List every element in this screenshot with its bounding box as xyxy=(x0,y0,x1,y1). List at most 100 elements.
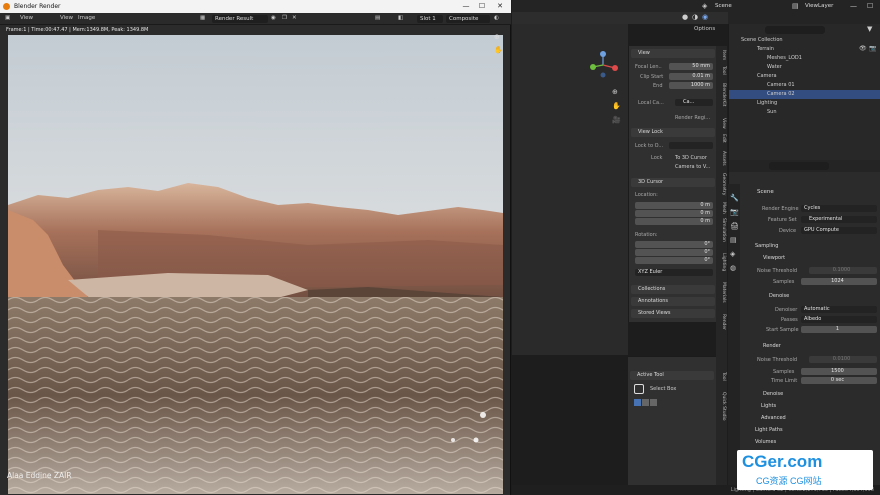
volumes-header[interactable]: Volumes xyxy=(755,439,776,445)
zoom-viewport-icon[interactable]: ⊕ xyxy=(612,88,618,96)
view-panel-header[interactable]: View xyxy=(631,49,715,58)
sidebar-tab-item[interactable]: Item xyxy=(717,50,726,60)
outliner-camera-02[interactable]: Camera 02 xyxy=(729,90,880,99)
r-denoise-checkbox[interactable]: Denoise xyxy=(763,391,783,397)
outliner-water[interactable]: Water xyxy=(729,63,880,72)
outliner-lighting[interactable]: Lighting xyxy=(729,99,880,108)
view-lock-header[interactable]: View Lock xyxy=(631,128,715,137)
start-sample-field[interactable]: 1 xyxy=(801,326,877,333)
shading-material-icon[interactable]: ◑ xyxy=(692,13,698,21)
tab-quick-studio[interactable]: Quick Studio xyxy=(717,392,726,421)
render-engine-dropdown[interactable]: Cycles xyxy=(801,205,877,212)
passes-dropdown[interactable]: Albedo xyxy=(801,316,877,323)
sidebar-tab-blenderkit[interactable]: BlenderKit xyxy=(717,83,726,106)
maximize-icon[interactable]: ☐ xyxy=(474,0,490,13)
time-limit-field[interactable]: 0 sec xyxy=(801,377,877,384)
slot-dropdown[interactable]: Slot 1 xyxy=(417,15,443,23)
outliner-search-input[interactable] xyxy=(765,26,825,34)
image-name-field[interactable]: Render Result xyxy=(212,15,268,23)
annotations-header[interactable]: Annotations xyxy=(631,297,715,306)
lights-subpanel[interactable]: Lights xyxy=(761,403,776,409)
cursor-rotation-z[interactable]: 0° xyxy=(635,257,713,264)
render-region-checkbox[interactable]: Render Regi... xyxy=(675,115,710,121)
display-mode-icon[interactable]: ▤ xyxy=(375,15,380,21)
scene-icon[interactable]: ◈ xyxy=(702,2,707,10)
outliner-sun[interactable]: Sun xyxy=(729,108,880,117)
window-minimize-icon[interactable]: — xyxy=(850,2,857,10)
clip-start-field[interactable]: 0.01 m xyxy=(669,73,713,80)
device-dropdown[interactable]: GPU Compute xyxy=(801,227,877,234)
outliner-scene-collection[interactable]: Scene Collection xyxy=(729,36,880,45)
hand-icon[interactable]: ✋ xyxy=(494,46,503,54)
viewport-subheader[interactable]: Viewport xyxy=(763,255,785,261)
outliner-terrain[interactable]: Terrain xyxy=(729,45,880,54)
zoom-icon[interactable]: ⊕ xyxy=(494,33,500,41)
menu-view[interactable]: View xyxy=(20,15,33,21)
r-samples-field[interactable]: 1500 xyxy=(801,368,877,375)
camera-view-icon[interactable]: 🎥 xyxy=(612,116,621,124)
r-noise-threshold-field[interactable]: 0.0100 xyxy=(809,356,877,363)
menu-view-2[interactable]: View xyxy=(60,15,73,21)
vp-samples-field[interactable]: 1024 xyxy=(801,278,877,285)
sidebar-tab-assets[interactable]: Assets xyxy=(717,151,726,166)
render-tab-icon[interactable]: 📷 xyxy=(730,208,739,216)
tool-tab-icon[interactable]: 🔧 xyxy=(730,194,739,202)
advanced-subpanel[interactable]: Advanced xyxy=(761,415,786,421)
rotation-mode-dropdown[interactable]: XYZ Euler xyxy=(635,269,713,276)
sidebar-tab-materials[interactable]: Materials xyxy=(717,282,726,303)
clip-end-field[interactable]: 1000 m xyxy=(669,82,713,89)
scene-selector[interactable]: Scene xyxy=(715,3,732,9)
3d-viewport[interactable]: ⊕ ✋ 🎥 xyxy=(512,24,628,355)
scene-tab-icon[interactable]: ◈ xyxy=(730,250,735,258)
lock-to-3d-cursor-checkbox[interactable]: To 3D Cursor xyxy=(675,155,707,161)
minimize-icon[interactable]: — xyxy=(458,0,474,13)
channels-icon[interactable]: ◐ xyxy=(494,15,499,21)
render-subheader[interactable]: Render xyxy=(763,343,781,349)
close-icon[interactable]: ✕ xyxy=(492,0,508,13)
shading-rendered-icon[interactable]: ◉ xyxy=(702,13,708,21)
filter-icon[interactable]: ▼ xyxy=(867,25,872,33)
view-icon[interactable]: ◧ xyxy=(398,15,403,21)
tab-tool[interactable]: Tool xyxy=(717,372,726,381)
select-box-tool-icon[interactable] xyxy=(634,384,644,394)
focal-length-field[interactable]: 50 mm xyxy=(669,63,713,70)
outliner-camera-01[interactable]: Camera 01 xyxy=(729,81,880,90)
sidebar-tab-tool[interactable]: Tool xyxy=(717,66,726,75)
local-camera-field[interactable]: Ca... xyxy=(675,99,713,106)
shading-solid-icon[interactable]: ● xyxy=(682,13,688,21)
image-browse-icon[interactable]: ▦ xyxy=(200,15,205,21)
menu-image[interactable]: Image xyxy=(78,15,95,21)
cursor-rotation-y[interactable]: 0° xyxy=(635,249,713,256)
sampling-header[interactable]: Sampling xyxy=(755,243,778,249)
view-layer-tab-icon[interactable]: ▤ xyxy=(730,236,737,244)
navigation-gizmo[interactable] xyxy=(588,50,622,80)
window-maximize-icon[interactable]: ☐ xyxy=(867,2,873,10)
new-image-icon[interactable]: ❐ xyxy=(282,15,287,21)
view-layer-selector[interactable]: ViewLayer xyxy=(805,3,833,9)
editor-type-icon[interactable]: ▣ xyxy=(5,15,10,21)
pin-icon[interactable]: ◉ xyxy=(271,15,276,21)
sidebar-tab-geometry[interactable]: Geometry xyxy=(717,173,726,195)
unlink-icon[interactable]: ✕ xyxy=(292,15,297,21)
select-mode-subtract-icon[interactable] xyxy=(650,399,657,406)
light-paths-header[interactable]: Light Paths xyxy=(755,427,783,433)
output-tab-icon[interactable]: 🖨 xyxy=(730,222,739,230)
cursor-location-y[interactable]: 0 m xyxy=(635,210,713,217)
outliner-camera-collection[interactable]: Camera xyxy=(729,72,880,81)
options-button[interactable]: Options xyxy=(694,26,715,32)
camera-to-view-checkbox[interactable]: Camera to V... xyxy=(675,164,710,170)
sidebar-tab-view[interactable]: View xyxy=(717,118,726,129)
sidebar-tab-mesh[interactable]: Mesh xyxy=(717,202,726,214)
feature-set-dropdown[interactable]: Experimental xyxy=(801,216,877,223)
visibility-eye-icon[interactable]: 👁 xyxy=(859,45,867,52)
sidebar-tab-lighting[interactable]: Lighting xyxy=(717,253,726,271)
world-tab-icon[interactable]: ◍ xyxy=(730,264,736,272)
outliner-meshes-lod1[interactable]: Meshes_LOD1 xyxy=(729,54,880,63)
cursor-rotation-x[interactable]: 0° xyxy=(635,241,713,248)
active-tool-header[interactable]: Active Tool xyxy=(630,371,714,380)
render-window-titlebar[interactable]: Blender Render — ☐ ✕ xyxy=(0,0,511,13)
select-mode-extend-icon[interactable] xyxy=(642,399,649,406)
3d-cursor-header[interactable]: 3D Cursor xyxy=(631,178,715,187)
render-camera-icon[interactable]: 📷 xyxy=(869,45,876,52)
denoiser-dropdown[interactable]: Automatic xyxy=(801,306,877,313)
